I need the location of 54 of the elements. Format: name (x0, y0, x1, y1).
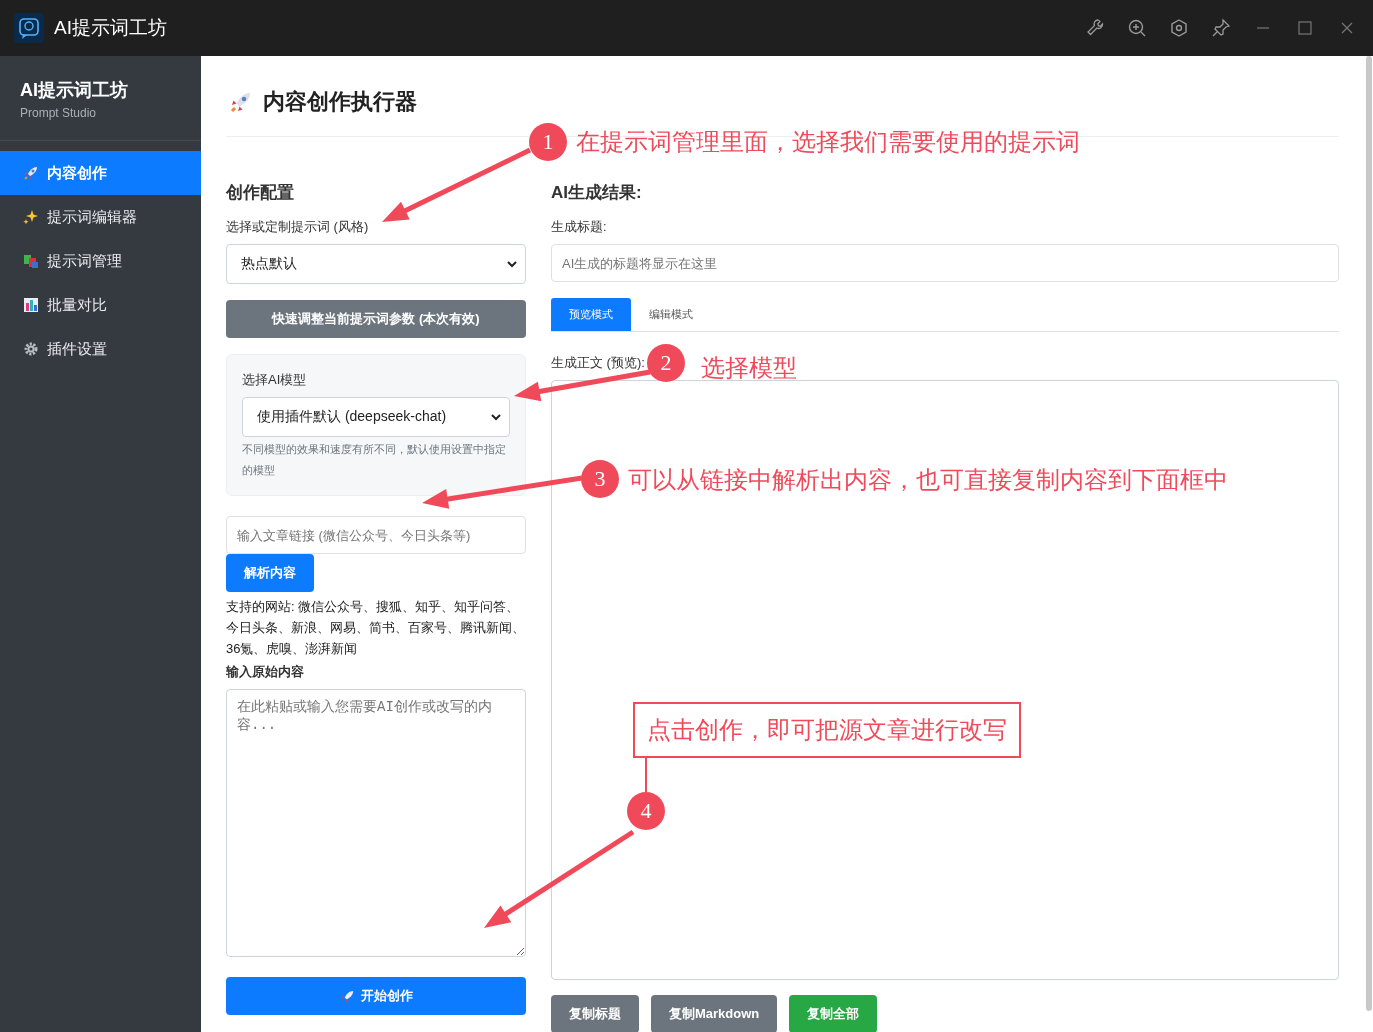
sidebar-item[interactable]: 内容创作 (0, 151, 201, 195)
scrollbar[interactable] (1366, 56, 1372, 1011)
colored-blocks-icon (23, 253, 39, 269)
source-content-field[interactable]: 在此粘贴或输入您需要AI创作或改写的内容... (226, 689, 526, 957)
field-label: 输入原始内容 (226, 663, 305, 681)
annotation-text: 点击创作，即可把源文章进行改写 (633, 702, 1021, 758)
parse-content-button[interactable]: 解析内容 (226, 554, 314, 592)
gear-icon (23, 341, 39, 357)
sidebar-subtitle: Prompt Studio (20, 106, 98, 120)
section-heading: AI生成结果: (551, 182, 643, 204)
prompt-select[interactable]: 热点默认 (226, 244, 526, 284)
rocket-icon (339, 988, 355, 1004)
chevron-down-icon (491, 413, 501, 421)
copy-button[interactable]: 复制全部 (789, 995, 878, 1032)
sidebar-item[interactable]: 提示词编辑器 (0, 195, 201, 239)
step-number-badge: 4 (627, 792, 665, 830)
field-label: 选择或定制提示词 (风格) (226, 218, 370, 236)
link-input-field[interactable]: 输入文章链接 (微信公众号、今日头条等) (226, 516, 526, 554)
sidebar-item[interactable]: 批量对比 (0, 283, 201, 327)
start-creation-button[interactable]: 开始创作 (226, 977, 526, 1015)
model-hint: 不同模型的效果和速度有所不同，默认使用设置中指定的模型 (242, 442, 507, 478)
copy-button[interactable]: 复制标题 (551, 995, 639, 1032)
page-title: 内容创作执行器 (263, 88, 417, 116)
chevron-down-icon (507, 260, 517, 268)
field-label: 生成标题: (551, 218, 608, 236)
field-label: 生成正文 (预览): (551, 354, 645, 372)
mode-tab[interactable]: 预览模式 (551, 298, 631, 331)
section-heading: 创作配置 (226, 182, 295, 204)
supported-sites-text: 支持的网站: 微信公众号、搜狐、知乎、知乎问答、今日头条、新浪、网易、简书、百家号、腾讯新闻、36氪、虎嗅、澎湃新闻 (226, 598, 526, 658)
sidebar-brand: AI提示词工坊 (20, 79, 129, 102)
window-title: AI提示词工坊 (54, 16, 167, 40)
copy-button[interactable]: 复制Markdown (651, 995, 778, 1032)
zoom-in-icon[interactable] (1127, 18, 1147, 38)
field-label: 选择AI模型 (242, 371, 308, 389)
annotation-text: 选择模型 (701, 353, 797, 383)
annotation-text: 可以从链接中解析出内容，也可直接复制内容到下面框中 (628, 465, 1228, 495)
bar-chart-icon (23, 297, 39, 313)
model-select[interactable]: 使用插件默认 (deepseek-chat) (242, 397, 510, 437)
settings-icon[interactable] (1169, 18, 1189, 38)
sparkle-icon (23, 209, 39, 225)
wrench-icon[interactable] (1085, 18, 1105, 38)
rocket-icon (23, 165, 39, 181)
rocket-icon (229, 90, 253, 114)
pin-icon[interactable] (1211, 18, 1231, 38)
step-number-badge: 3 (581, 460, 619, 498)
mode-tab[interactable]: 编辑模式 (631, 298, 711, 331)
generated-title-field[interactable]: AI生成的标题将显示在这里 (551, 244, 1339, 282)
sidebar-item[interactable]: 插件设置 (0, 327, 201, 371)
step-number-badge: 1 (529, 123, 567, 161)
adjust-prompt-button[interactable]: 快速调整当前提示词参数 (本次有效) (226, 300, 526, 338)
sidebar-item[interactable]: 提示词管理 (0, 239, 201, 283)
leader-line (645, 755, 647, 793)
annotation-text: 在提示词管理里面，选择我们需要使用的提示词 (576, 127, 1080, 157)
step-number-badge: 2 (647, 344, 685, 382)
